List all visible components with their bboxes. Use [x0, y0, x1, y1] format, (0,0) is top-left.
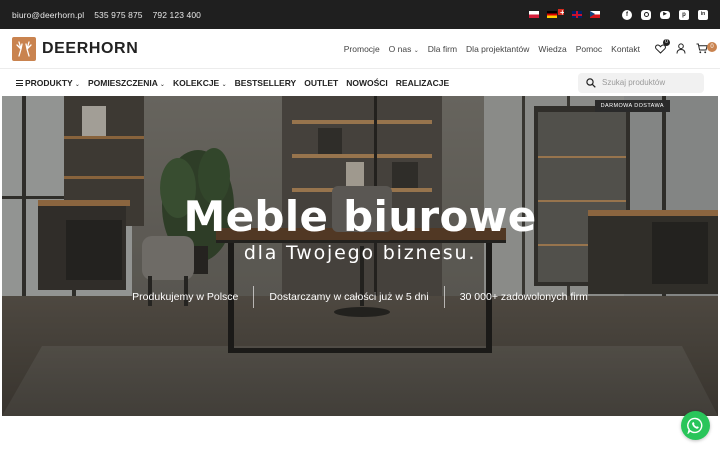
cat-pomieszczenia-label: POMIESZCZENIA: [87, 77, 158, 88]
cat-nowosci[interactable]: NOWOŚCI: [346, 78, 388, 88]
email-link[interactable]: biuro@deerhorn.pl: [12, 10, 84, 20]
category-nav: PRODUKTY ⌄ POMIESZCZENIA ⌄ KOLEKCJE ⌄ BE…: [0, 70, 720, 95]
hero-title: Meble biurowe: [183, 192, 537, 241]
main-nav: Promocje O nas ⌄ Dla firm Dla projektant…: [344, 44, 640, 54]
cart-count: 0: [707, 41, 717, 52]
cart-button[interactable]: 0: [696, 41, 717, 55]
pl-flag-icon[interactable]: [529, 11, 539, 18]
hamburger-icon: [16, 79, 23, 87]
header-icons: 0 0: [654, 38, 717, 55]
de-flag-icon[interactable]: [547, 11, 557, 18]
nav-o-nas[interactable]: O nas ⌄: [389, 44, 419, 54]
nav-wiedza[interactable]: Wiedza: [538, 44, 566, 54]
user-icon: [676, 43, 686, 54]
chevron-down-icon: ⌄: [159, 81, 165, 88]
antler-logo-icon: [12, 36, 36, 61]
nav-dla-firm[interactable]: Dla firm: [428, 44, 457, 54]
nav-dla-projektantow[interactable]: Dla projektantów: [466, 44, 529, 54]
search-input[interactable]: [602, 78, 692, 87]
feature-delivery: Dostarczamy w całości już w 5 dni: [269, 291, 429, 303]
whatsapp-icon: [687, 417, 703, 434]
phone-link-2[interactable]: 792 123 400: [153, 10, 201, 20]
search-box: [578, 72, 704, 93]
nav-o-nas-label: O nas: [388, 43, 412, 54]
instagram-icon[interactable]: [641, 9, 651, 20]
cat-bestsellery[interactable]: BESTSELLERY: [235, 78, 297, 88]
cart-icon: [696, 43, 708, 54]
nav-promocje[interactable]: Promocje: [344, 44, 380, 54]
hero-banner[interactable]: DARMOWA DOSTAWA Meble biurowe dla Twojeg…: [2, 96, 718, 416]
linkedin-icon[interactable]: in: [698, 9, 708, 20]
youtube-icon[interactable]: ▶: [660, 10, 670, 19]
wishlist-count: 0: [663, 38, 670, 46]
facebook-icon[interactable]: f: [622, 9, 632, 20]
nav-pomoc[interactable]: Pomoc: [576, 44, 602, 54]
cat-produkty[interactable]: PRODUKTY ⌄: [16, 78, 80, 88]
cz-flag-icon[interactable]: [590, 11, 600, 18]
hero-subtitle: dla Twojego biznesu.: [243, 242, 477, 264]
chevron-down-icon: ⌄: [413, 47, 419, 54]
nav-kontakt[interactable]: Kontakt: [611, 44, 640, 54]
feature-customers: 30 000+ zadowolonych firm: [459, 291, 588, 303]
phone-link-1[interactable]: 535 975 875: [94, 10, 142, 20]
logo[interactable]: DEERHORN: [12, 36, 139, 61]
contact-info: biuro@deerhorn.pl 535 975 875 792 123 40…: [12, 10, 201, 20]
whatsapp-chat-button[interactable]: [681, 411, 710, 440]
feature-made-in-poland: Produkujemy w Polsce: [132, 291, 239, 303]
wishlist-button[interactable]: 0: [654, 38, 670, 55]
social-links: f ▶ p in: [622, 9, 708, 20]
cat-produkty-label: PRODUKTY: [25, 77, 73, 88]
free-delivery-ribbon: DARMOWA DOSTAWA: [594, 100, 670, 112]
hero-features: Produkujemy w Polsce Dostarczamy w całoś…: [2, 286, 718, 308]
main-header: DEERHORN Promocje O nas ⌄ Dla firm Dla p…: [0, 29, 720, 69]
cat-kolekcje[interactable]: KOLEKCJE ⌄: [173, 78, 227, 88]
ch-flag-icon[interactable]: [558, 8, 564, 15]
top-bar: biuro@deerhorn.pl 535 975 875 792 123 40…: [0, 0, 720, 29]
cat-outlet[interactable]: OUTLET: [304, 78, 338, 88]
search-icon[interactable]: [586, 77, 596, 88]
cat-kolekcje-label: KOLEKCJE: [172, 77, 220, 88]
cat-realizacje[interactable]: REALIZACJE: [396, 78, 449, 88]
language-switcher: [529, 8, 600, 18]
gb-flag-icon[interactable]: [572, 11, 582, 18]
account-button[interactable]: [675, 43, 687, 55]
chevron-down-icon: ⌄: [221, 81, 227, 88]
chevron-down-icon: ⌄: [74, 81, 80, 88]
logo-wordmark: DEERHORN: [42, 39, 139, 57]
cat-pomieszczenia[interactable]: POMIESZCZENIA ⌄: [88, 78, 165, 88]
pinterest-icon[interactable]: p: [679, 9, 689, 20]
